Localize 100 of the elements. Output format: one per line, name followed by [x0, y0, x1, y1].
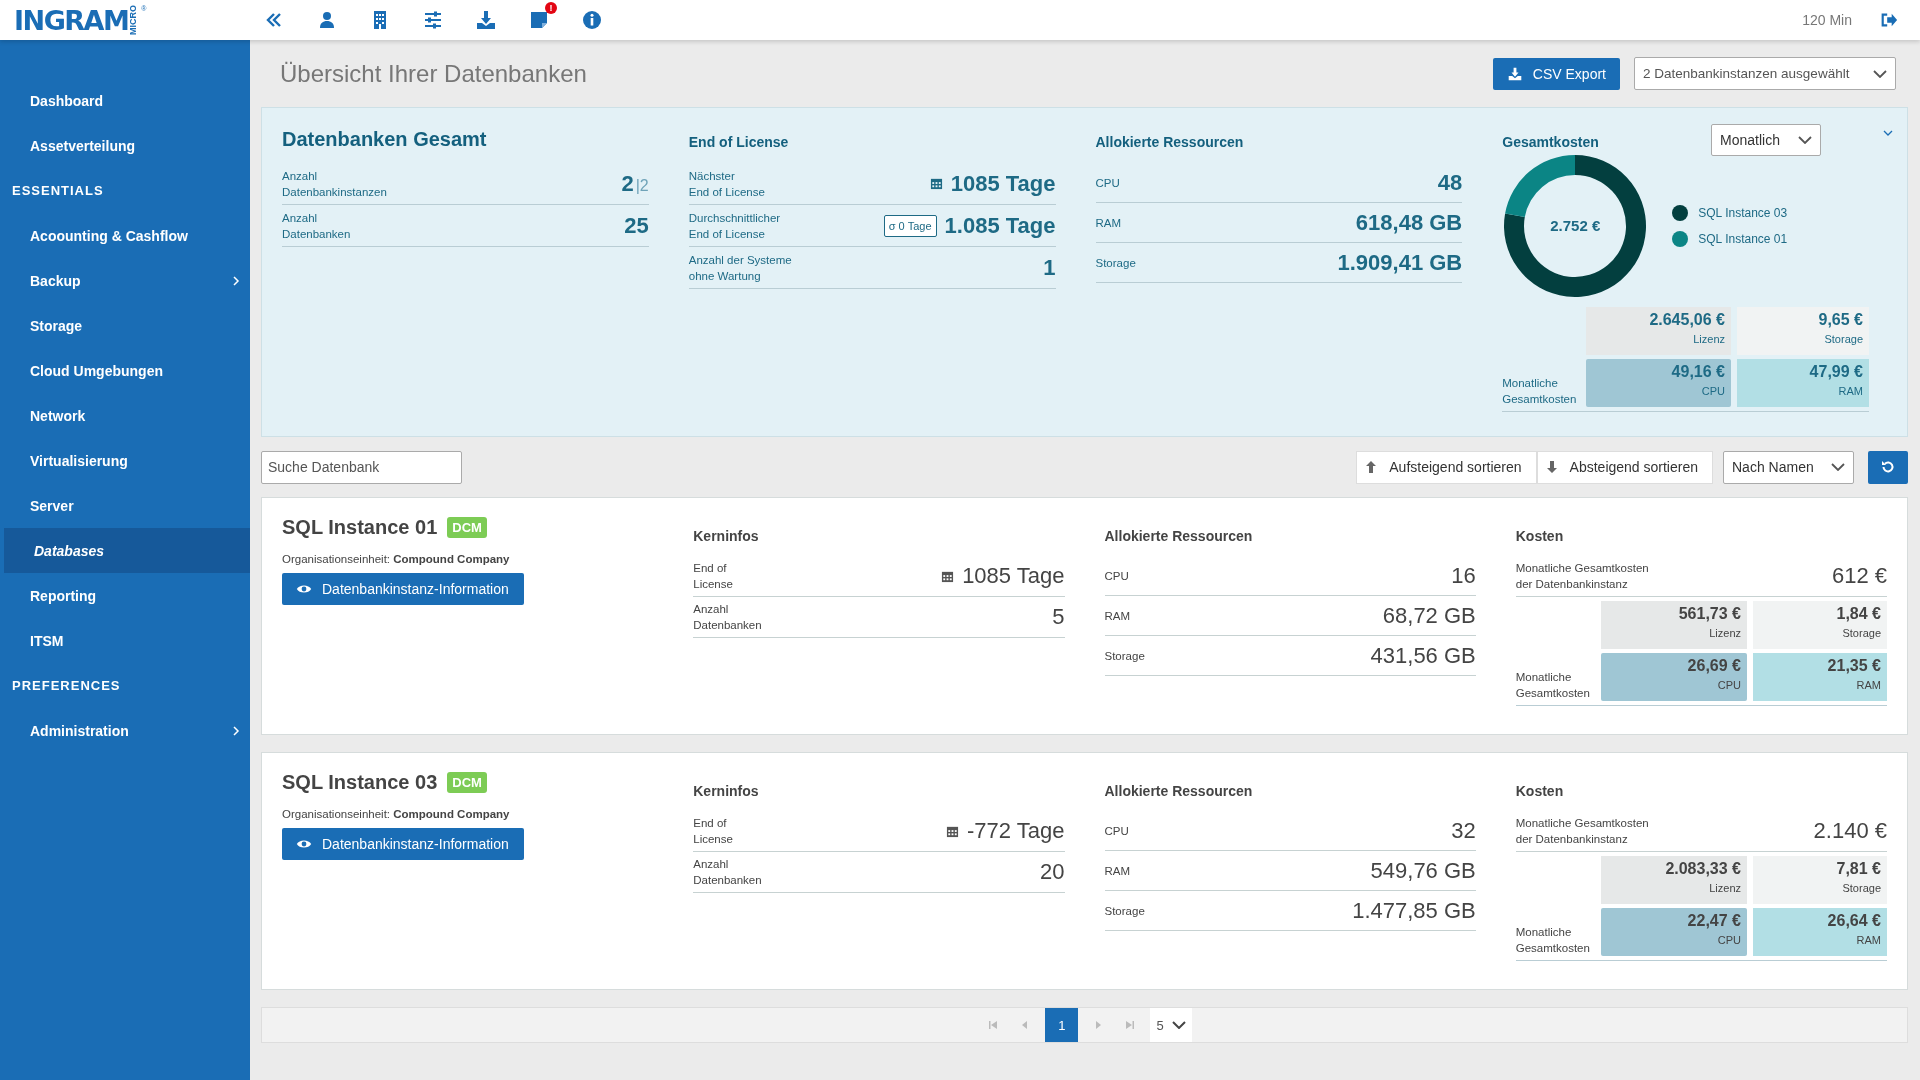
- sidebar-item[interactable]: Network: [0, 393, 250, 438]
- metric-value: 5: [1052, 604, 1065, 630]
- calendar-icon: [946, 824, 960, 838]
- organisation-unit: Organisationseinheit: Compound Company: [282, 553, 511, 565]
- cost-tile: 1,84 € Storage: [1753, 601, 1887, 649]
- chevron-down-icon: [1798, 136, 1812, 144]
- cost-tile: 22,47 € CPU: [1601, 908, 1747, 956]
- download-icon[interactable]: [476, 10, 496, 30]
- search-field[interactable]: Suche Datenbank: [261, 450, 462, 484]
- cost-tile: 47,99 € RAM: [1737, 359, 1869, 407]
- arrow-down-icon: [1545, 460, 1558, 474]
- arrow-up-icon: [1365, 460, 1378, 474]
- metric-value: 1.477,85 GB: [1352, 897, 1476, 924]
- sidebar-item[interactable]: Dashboard: [0, 78, 250, 123]
- period-select[interactable]: Monatlich: [1711, 124, 1821, 156]
- section-heading: Allokierte Ressourcen: [1095, 134, 1245, 150]
- sort-ascending-button[interactable]: Aufsteigend sortieren: [1356, 450, 1537, 484]
- metric-value: 1.085 Tage: [944, 212, 1056, 239]
- sort-descending-button[interactable]: Absteigend sortieren: [1536, 450, 1713, 484]
- logout-icon[interactable]: [1880, 11, 1898, 29]
- sidebar-item[interactable]: Acoounting & Cashflow: [0, 213, 250, 258]
- sidebar-item[interactable]: Reporting: [0, 573, 250, 618]
- notification-badge: !: [545, 2, 557, 14]
- metric-label: Anzahl Datenbankinstanzen: [282, 168, 387, 200]
- metric-label: RAM: [1095, 215, 1122, 231]
- metric-value: 2|2: [621, 170, 649, 197]
- sidebar-item[interactable]: Virtualisierung: [0, 438, 250, 483]
- sidebar-item[interactable]: Backup: [0, 258, 250, 303]
- sidebar-section-heading: ESSENTIALS: [11, 182, 105, 200]
- metric-label: Monatliche Gesamtkosten der Datenbankinstanz: [1515, 816, 1649, 847]
- download-icon: [1506, 66, 1523, 81]
- section-heading: End of License: [688, 134, 790, 150]
- metric-value: 16: [1451, 562, 1476, 589]
- cost-tile: 2.083,33 € Lizenz: [1601, 856, 1747, 904]
- metric-label: CPU: [1104, 823, 1129, 839]
- instance-name: SQL Instance 01: [282, 516, 438, 539]
- user-icon[interactable]: [317, 10, 337, 30]
- legend-label: SQL Instance 01: [1698, 232, 1788, 246]
- cost-tile: 49,16 € CPU: [1586, 359, 1731, 407]
- legend-label: SQL Instance 03: [1698, 206, 1788, 220]
- cost-footer-label: Monatliche Gesamtkosten: [1502, 376, 1578, 407]
- metric-label: Nächster End of License: [688, 168, 765, 200]
- metric-label: CPU: [1104, 568, 1129, 584]
- metric-value: 1: [1043, 254, 1056, 281]
- metric-label: Durchschnittlicher End of License: [688, 210, 781, 242]
- instance-info-button[interactable]: Datenbankinstanz-Information: [282, 828, 524, 860]
- instance-select[interactable]: 2 Datenbankinstanzen ausgewählt: [1634, 57, 1896, 90]
- sidebar-item[interactable]: Storage: [0, 303, 250, 348]
- calendar-icon: [941, 569, 955, 583]
- instance-tag: DCM: [447, 517, 487, 538]
- metric-value: 1.909,41 GB: [1337, 249, 1463, 276]
- section-heading: Kerninfos: [693, 783, 760, 799]
- sidebar-item[interactable]: ITSM: [0, 618, 250, 663]
- donut-total: 2.752 €: [1549, 217, 1602, 234]
- chevron-down-icon: [1831, 463, 1845, 471]
- metric-label: RAM: [1104, 608, 1131, 624]
- cost-tile: 561,73 € Lizenz: [1601, 601, 1747, 649]
- metric-label: Anzahl Datenbanken: [282, 210, 351, 242]
- sidebar-item[interactable]: Databases: [4, 528, 250, 573]
- metric-value: 431,56 GB: [1370, 642, 1476, 669]
- sidebar-item[interactable]: Administration: [0, 708, 250, 753]
- metric-value: 612 €: [1831, 563, 1887, 589]
- metric-value: 20: [1040, 859, 1065, 885]
- cost-tile: 2.645,06 € Lizenz: [1586, 307, 1731, 355]
- metric-value: -772 Tage: [967, 818, 1065, 844]
- section-heading: Gesamtkosten: [1502, 134, 1599, 150]
- info-icon[interactable]: [582, 10, 602, 30]
- sidebar-item[interactable]: Server: [0, 483, 250, 528]
- cost-tile: 9,65 € Storage: [1737, 307, 1869, 355]
- page-button[interactable]: 1: [1045, 1008, 1079, 1042]
- metric-label: Anzahl Datenbanken: [693, 857, 762, 888]
- metric-value: 549,76 GB: [1370, 857, 1476, 884]
- metric-label: Storage: [1104, 648, 1145, 664]
- sort-by-select[interactable]: Nach Namen: [1723, 450, 1854, 484]
- sidebar-item[interactable]: Cloud Umgebungen: [0, 348, 250, 393]
- section-heading: Allokierte Ressourcen: [1104, 783, 1254, 799]
- metric-value: 48: [1437, 169, 1463, 196]
- metric-label: End of License: [693, 816, 733, 847]
- csv-export-button[interactable]: CSV Export: [1492, 57, 1620, 90]
- metric-label: CPU: [1095, 175, 1120, 191]
- page-size-select[interactable]: 5: [1150, 1008, 1192, 1042]
- section-heading: Kerninfos: [693, 528, 760, 544]
- chevron-down-icon: [1171, 1021, 1186, 1029]
- eye-icon: [296, 837, 312, 851]
- metric-value: 68,72 GB: [1382, 602, 1476, 629]
- metric-label: Storage: [1104, 903, 1145, 919]
- refresh-button[interactable]: [1868, 450, 1908, 484]
- section-heading: Kosten: [1515, 528, 1565, 544]
- cost-footer-label: Monatliche Gesamtkosten: [1515, 925, 1591, 956]
- panel-title: Datenbanken Gesamt: [282, 128, 488, 151]
- metric-value: 618,48 GB: [1355, 209, 1463, 236]
- metric-label: Anzahl der Systeme ohne Wartung: [688, 252, 792, 284]
- refresh-icon: [1880, 459, 1896, 475]
- organisation-unit: Organisationseinheit: Compound Company: [282, 808, 511, 820]
- sidebar-item[interactable]: Assetverteilung: [0, 123, 250, 168]
- eye-icon: [296, 582, 312, 596]
- sliders-icon[interactable]: [423, 10, 443, 30]
- instance-info-button[interactable]: Datenbankinstanz-Information: [282, 573, 524, 605]
- note-icon[interactable]: [529, 10, 549, 30]
- chevron-down-icon[interactable]: [1883, 130, 1893, 136]
